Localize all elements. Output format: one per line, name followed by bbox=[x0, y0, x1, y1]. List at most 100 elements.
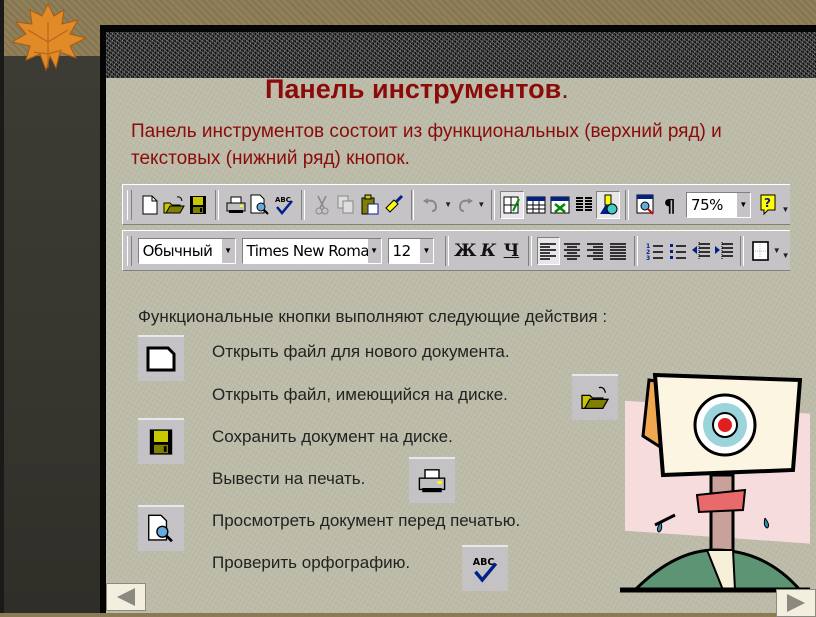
toolbar-separator bbox=[634, 235, 639, 266]
printer-icon bbox=[226, 196, 246, 213]
bulleted-list-icon bbox=[669, 243, 686, 259]
align-right-button[interactable] bbox=[583, 237, 606, 265]
svg-text:¶: ¶ bbox=[664, 196, 675, 215]
redo-icon bbox=[458, 197, 473, 212]
align-center-icon bbox=[563, 242, 580, 260]
new-document-icon bbox=[146, 346, 176, 372]
italic-button[interactable]: К bbox=[477, 237, 500, 265]
font-select[interactable]: Times New Roman ▼ bbox=[241, 237, 382, 264]
previous-slide-button[interactable] bbox=[106, 583, 146, 611]
font-value: Times New Roman bbox=[246, 241, 368, 260]
new-document-button[interactable] bbox=[138, 191, 162, 219]
formatting-toolbar: Обычный ▼ Times New Roman ▼ 12 ▼ Ж К Ч 1… bbox=[122, 230, 790, 271]
borders-button[interactable] bbox=[749, 237, 772, 265]
arrow-right-icon bbox=[787, 594, 805, 612]
function-item: Вывести на печать. bbox=[212, 469, 366, 488]
tables-and-borders-button[interactable] bbox=[499, 190, 524, 219]
printer-tile bbox=[409, 457, 455, 503]
copy-button[interactable] bbox=[334, 191, 358, 219]
toolbar-options-dropdown[interactable]: ▼ bbox=[781, 186, 790, 224]
save-button[interactable] bbox=[186, 191, 210, 219]
format-painter-button[interactable] bbox=[382, 191, 406, 219]
save-tile bbox=[138, 418, 184, 464]
function-item: Проверить орфографию. bbox=[212, 553, 411, 572]
pilcrow-icon: ¶ bbox=[664, 196, 675, 215]
save-icon bbox=[149, 429, 173, 455]
toolbar-separator bbox=[410, 189, 415, 220]
svg-text:ABC: ABC bbox=[473, 557, 495, 568]
toolbar-separator bbox=[300, 189, 305, 220]
style-select[interactable]: Обычный ▼ bbox=[137, 237, 236, 264]
align-center-button[interactable] bbox=[560, 237, 583, 265]
align-right-icon bbox=[586, 242, 603, 260]
redo-button[interactable] bbox=[453, 191, 477, 219]
spelling-tile: ABC bbox=[462, 545, 508, 591]
print-button[interactable] bbox=[224, 191, 248, 219]
print-preview-tile bbox=[138, 505, 184, 551]
print-preview-button[interactable] bbox=[248, 191, 272, 219]
print-preview-icon bbox=[148, 514, 173, 543]
bulleted-list-button[interactable] bbox=[666, 237, 689, 265]
underline-button[interactable]: Ч bbox=[500, 237, 523, 265]
function-item: Открыть файл, имеющийся на диске. bbox=[212, 385, 508, 404]
decrease-indent-button[interactable] bbox=[689, 237, 712, 265]
increase-indent-icon bbox=[714, 241, 733, 260]
undo-button[interactable] bbox=[419, 191, 443, 219]
undo-dropdown[interactable]: ▼ bbox=[443, 191, 452, 219]
spelling-icon: ABC bbox=[275, 196, 293, 215]
toolbar-options-dropdown[interactable]: ▼ bbox=[781, 232, 790, 270]
open-button[interactable] bbox=[162, 191, 186, 219]
numbered-list-icon: 123 bbox=[646, 243, 663, 261]
redo-dropdown[interactable]: ▼ bbox=[477, 191, 486, 219]
function-item: Сохранить документ на диске. bbox=[212, 427, 453, 446]
show-formatting-button[interactable]: ¶ bbox=[658, 191, 682, 219]
undo-icon bbox=[423, 197, 438, 212]
spelling-icon: ABC bbox=[473, 557, 498, 583]
function-item: Открыть файл для нового документа. bbox=[212, 342, 510, 361]
increase-indent-button[interactable] bbox=[712, 237, 735, 265]
chevron-down-icon[interactable]: ▼ bbox=[419, 238, 433, 263]
toolbar-grip[interactable] bbox=[127, 189, 132, 220]
font-size-select[interactable]: 12 ▼ bbox=[387, 237, 434, 264]
chevron-down-icon[interactable]: ▼ bbox=[221, 238, 235, 263]
new-document-icon bbox=[142, 195, 158, 214]
numbered-list-button[interactable]: 123 bbox=[643, 237, 666, 265]
left-edge bbox=[0, 0, 4, 613]
zoom-select[interactable]: 75% ▼ bbox=[686, 191, 751, 218]
tables-and-borders-icon bbox=[503, 196, 520, 213]
decrease-indent-icon bbox=[691, 241, 710, 260]
chevron-down-icon[interactable]: ▼ bbox=[736, 192, 750, 217]
spelling-button[interactable]: ABC bbox=[272, 191, 296, 219]
bold-button[interactable]: Ж bbox=[454, 237, 477, 265]
insert-table-button[interactable] bbox=[524, 191, 548, 219]
drawing-button[interactable] bbox=[596, 190, 621, 219]
justify-button[interactable] bbox=[606, 237, 629, 265]
toolbar-separator bbox=[527, 235, 532, 266]
toolbar-grip[interactable] bbox=[127, 235, 132, 266]
cut-button[interactable] bbox=[310, 191, 334, 219]
borders-dropdown[interactable]: ▼ bbox=[772, 237, 781, 265]
open-folder-tile bbox=[572, 374, 618, 420]
toolbar-separator bbox=[490, 189, 495, 220]
print-preview-icon bbox=[250, 194, 269, 215]
help-button[interactable]: ? bbox=[757, 191, 781, 219]
document-map-icon bbox=[636, 194, 654, 215]
open-folder-icon bbox=[581, 386, 610, 410]
decorative-noise-band bbox=[106, 32, 816, 78]
intro-text: Панель инструментов состоит из функциона… bbox=[131, 121, 722, 169]
chevron-down-icon[interactable]: ▼ bbox=[367, 238, 381, 263]
page-title: Панель инструментов. bbox=[265, 74, 569, 104]
scissors-icon bbox=[315, 195, 329, 214]
functions-heading: Функциональные кнопки выполняют следующи… bbox=[138, 307, 608, 326]
align-left-button[interactable] bbox=[536, 236, 561, 265]
insert-excel-button[interactable] bbox=[548, 191, 572, 219]
columns-button[interactable] bbox=[572, 191, 596, 219]
document-map-button[interactable] bbox=[634, 191, 658, 219]
maple-leaf-icon bbox=[10, 2, 88, 72]
toolbar-separator bbox=[444, 235, 449, 266]
standard-toolbar: ABC ▼ ▼ ¶ 75% ▼ ? ▼ bbox=[122, 184, 790, 225]
excel-sheet-icon bbox=[550, 196, 570, 213]
svg-text:?: ? bbox=[764, 196, 771, 210]
svg-text:ABC: ABC bbox=[275, 196, 291, 204]
paste-button[interactable] bbox=[358, 191, 382, 219]
